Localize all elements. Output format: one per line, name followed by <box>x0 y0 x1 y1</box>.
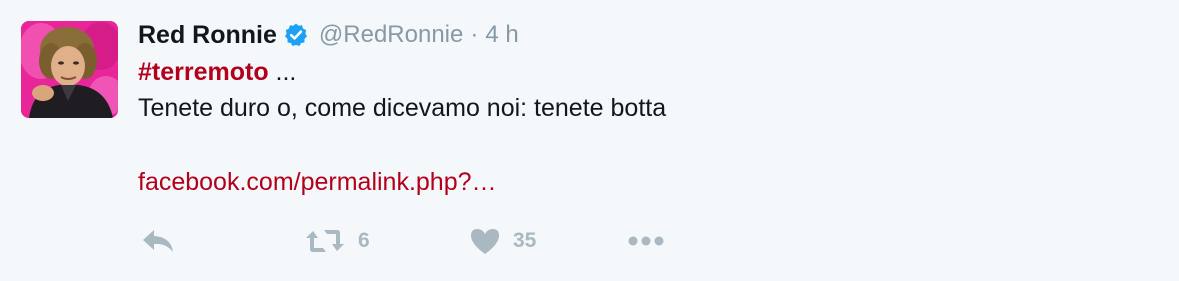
tweet: Red Ronnie @RedRonnie · 4 h #terremoto .… <box>0 0 1179 281</box>
reply-icon <box>140 226 176 256</box>
tweet-text-line-1: #terremoto ... <box>138 58 296 87</box>
reply-button[interactable] <box>140 224 176 258</box>
timestamp[interactable]: 4 h <box>485 21 518 49</box>
user-handle[interactable]: @RedRonnie <box>319 21 463 49</box>
verified-badge-icon <box>283 22 309 48</box>
like-count: 35 <box>513 229 537 252</box>
tweet-text-link-line: facebook.com/permalink.php?… <box>138 168 497 197</box>
more-button[interactable] <box>626 224 668 258</box>
avatar[interactable] <box>21 21 118 118</box>
tweet-header: Red Ronnie @RedRonnie · 4 h <box>138 18 519 52</box>
display-name[interactable]: Red Ronnie <box>138 21 277 50</box>
retweet-count: 6 <box>358 229 370 252</box>
like-button[interactable]: 35 <box>469 224 536 258</box>
separator-dot: · <box>470 21 479 48</box>
retweet-button[interactable]: 6 <box>304 224 370 258</box>
heart-icon <box>469 226 501 256</box>
hashtag-suffix: ... <box>268 58 297 86</box>
external-link[interactable]: facebook.com/permalink.php?… <box>138 168 497 196</box>
retweet-icon <box>304 226 346 256</box>
tweet-actions: 6 35 <box>140 224 700 258</box>
tweet-text-body: Tenete duro o, come dicevamo noi: tenete… <box>138 94 667 122</box>
more-icon <box>626 226 668 256</box>
hashtag-link[interactable]: #terremoto <box>138 58 269 86</box>
